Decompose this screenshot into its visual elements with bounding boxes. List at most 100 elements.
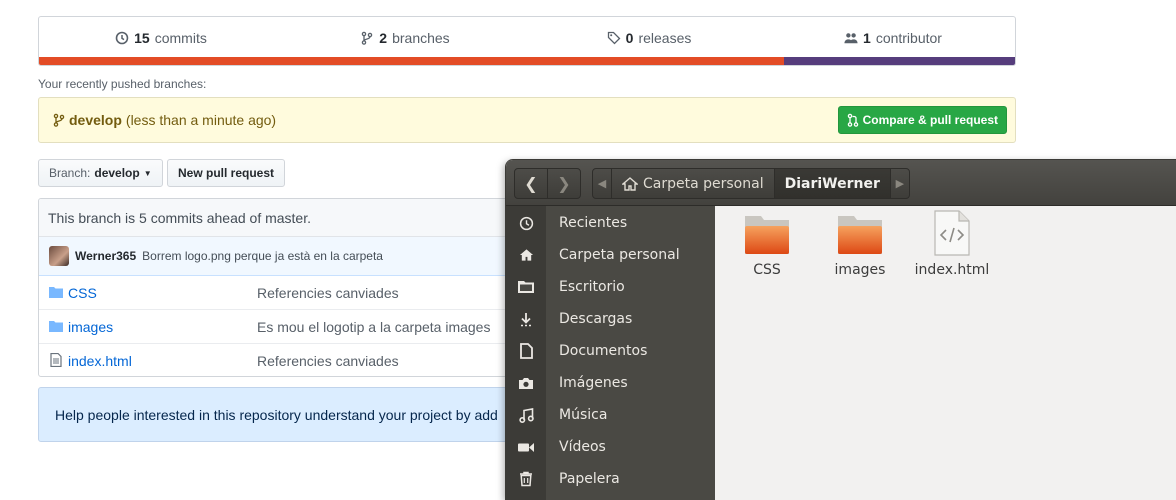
contributors-link[interactable]: 1 contributor	[771, 17, 1015, 58]
sidebar-item-label: Vídeos	[559, 439, 606, 455]
language-segment-html[interactable]	[39, 57, 784, 65]
releases-count: 0	[625, 29, 634, 46]
compare-pull-request-button[interactable]: Compare & pull request	[837, 106, 1007, 134]
triangle-left-icon: ◀	[597, 177, 607, 190]
music-icon	[518, 407, 534, 423]
camera-icon	[518, 375, 534, 391]
branch-select-button[interactable]: Branch: develop ▼	[38, 159, 163, 187]
sidebar-item-label: Carpeta personal	[559, 247, 680, 263]
html-file-icon	[934, 210, 970, 256]
file-view: CSS images index.html	[715, 206, 1176, 500]
language-bar[interactable]	[39, 57, 1015, 65]
sidebar-item-label: Recientes	[559, 215, 628, 231]
sidebar-item-escritorio[interactable]: Escritorio	[506, 271, 715, 303]
home-icon	[622, 176, 638, 191]
folder-icon	[49, 287, 63, 298]
language-segment-css[interactable]	[783, 57, 1015, 65]
path-item-label: Carpeta personal	[643, 175, 764, 192]
recent-branch-banner: develop (less than a minute ago) Compare…	[38, 97, 1016, 143]
file-commit-message[interactable]: Referencies canviades	[257, 353, 399, 369]
branches-label: branches	[392, 29, 450, 46]
file-commit-message[interactable]: Referencies canviades	[257, 285, 399, 301]
file-name[interactable]: images	[68, 319, 113, 335]
branch-prefix: Branch:	[49, 166, 91, 180]
folder-icon	[49, 321, 63, 332]
file-item-images[interactable]: images	[820, 212, 900, 278]
sidebar-item-label: Escritorio	[559, 279, 625, 295]
pull-request-icon	[847, 113, 858, 127]
releases-label: releases	[638, 29, 692, 46]
home-icon	[518, 247, 534, 263]
path-item-label: DiariWerner	[784, 175, 880, 192]
recent-branches-label: Your recently pushed branches:	[38, 77, 207, 91]
file-commit-message[interactable]: Es mou el logotip a la carpeta images	[257, 319, 490, 335]
recent-branch-time: (less than a minute ago)	[125, 112, 277, 128]
commit-message[interactable]: Borrem logo.png perque ja està en la car…	[142, 249, 383, 263]
branch-icon	[53, 113, 65, 127]
contributors-count: 1	[863, 29, 871, 46]
file-item-label: images	[834, 262, 886, 278]
contributors-label: contributor	[875, 29, 942, 46]
places-sidebar: Recientes Carpeta personal Escritorio De…	[506, 206, 715, 500]
branches-link[interactable]: 2 branches	[283, 17, 527, 58]
path-scroll-right-button[interactable]: ▶	[889, 169, 909, 198]
new-pull-request-button[interactable]: New pull request	[167, 159, 286, 187]
triangle-right-icon: ▶	[895, 177, 905, 190]
path-scroll-left-button[interactable]: ◀	[593, 169, 611, 198]
sidebar-item-label: Documentos	[559, 343, 648, 359]
chevron-right-icon: ❯	[557, 174, 571, 193]
commits-count: 15	[134, 29, 150, 46]
people-icon	[844, 32, 858, 43]
file-name[interactable]: CSS	[68, 285, 97, 301]
file-item-label: CSS	[753, 262, 781, 278]
branch-value: develop	[94, 166, 140, 180]
sidebar-item-label: Música	[559, 407, 608, 423]
desktop-folder-icon	[518, 279, 534, 295]
clock-icon	[518, 215, 534, 231]
file-manager-window: ❮ ❯ ◀ Carpeta personal DiariWerner ▶ Rec…	[506, 160, 1176, 500]
video-icon	[518, 439, 534, 455]
sidebar-item-descargas[interactable]: Descargas	[506, 303, 715, 335]
repo-summary: 15 commits 2 branches 0 releases 1 contr…	[38, 16, 1016, 66]
path-bar: ◀ Carpeta personal DiariWerner ▶	[592, 168, 910, 199]
sidebar-item-recientes[interactable]: Recientes	[506, 207, 715, 239]
navigation-buttons: ❮ ❯	[514, 168, 581, 199]
file-item-index-html[interactable]: index.html	[912, 210, 992, 278]
path-item-home[interactable]: Carpeta personal	[611, 169, 774, 198]
avatar[interactable]	[49, 246, 69, 266]
sidebar-item-carpeta-personal[interactable]: Carpeta personal	[506, 239, 715, 271]
back-button[interactable]: ❮	[515, 169, 547, 198]
sidebar-item-documentos[interactable]: Documentos	[506, 335, 715, 367]
recent-branch-name[interactable]: develop	[69, 112, 122, 128]
file-manager-header: ❮ ❯ ◀ Carpeta personal DiariWerner ▶	[506, 160, 1176, 206]
commits-label: commits	[154, 29, 207, 46]
caret-down-icon: ▼	[143, 168, 152, 178]
sidebar-item-videos[interactable]: Vídeos	[506, 431, 715, 463]
document-icon	[518, 343, 534, 359]
sidebar-item-label: Imágenes	[559, 375, 628, 391]
folder-icon	[838, 216, 882, 254]
commits-link[interactable]: 15 commits	[39, 17, 283, 58]
sidebar-item-label: Descargas	[559, 311, 633, 327]
file-name[interactable]: index.html	[68, 353, 132, 369]
path-item-current[interactable]: DiariWerner	[773, 169, 890, 198]
sidebar-item-musica[interactable]: Música	[506, 399, 715, 431]
branch-icon	[362, 31, 373, 45]
compare-pull-request-label: Compare & pull request	[862, 113, 998, 127]
file-item-label: index.html	[914, 262, 990, 278]
sidebar-item-papelera[interactable]: Papelera	[506, 463, 715, 495]
download-icon	[518, 311, 534, 327]
sidebar-item-label: Papelera	[559, 471, 620, 487]
trash-icon	[518, 471, 534, 487]
file-icon	[50, 353, 62, 367]
file-item-css[interactable]: CSS	[727, 212, 807, 278]
tag-icon	[607, 31, 621, 44]
releases-link[interactable]: 0 releases	[527, 17, 771, 58]
branches-count: 2	[379, 29, 388, 46]
folder-icon	[745, 216, 789, 254]
commit-author[interactable]: Werner365	[75, 249, 136, 263]
sidebar-item-imagenes[interactable]: Imágenes	[506, 367, 715, 399]
chevron-left-icon: ❮	[524, 174, 538, 193]
history-icon	[115, 31, 129, 44]
forward-button[interactable]: ❯	[547, 169, 580, 198]
